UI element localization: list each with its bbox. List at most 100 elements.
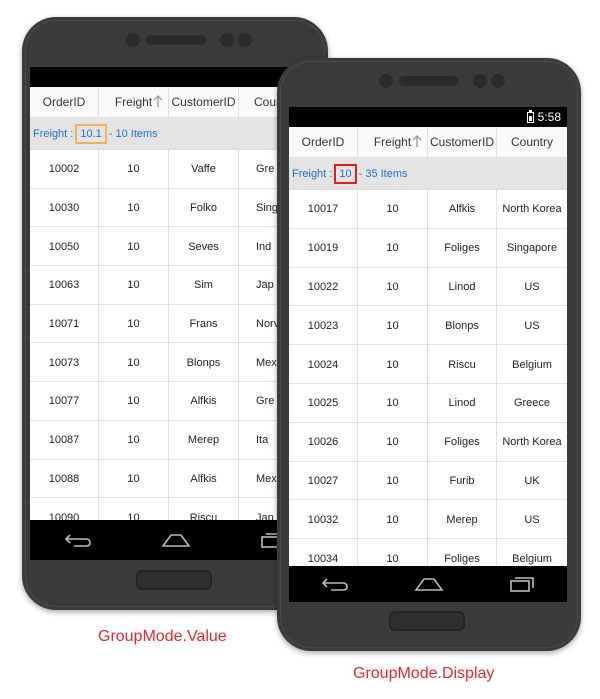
rows-container: 10017 10 Alfkis North Korea 10019 10 Foliges Si… (289, 190, 567, 578)
table-cell: 10 (358, 267, 428, 307)
table-row[interactable]: 10019 10 Foliges Singapore (289, 228, 567, 268)
table-cell: 10 (358, 422, 428, 462)
table-cell: 10077 (30, 382, 99, 421)
back-icon[interactable] (321, 576, 349, 592)
header-freight[interactable]: Freight (99, 87, 169, 117)
table-cell: 10026 (289, 422, 358, 462)
back-icon[interactable] (64, 532, 92, 548)
table-cell: 10088 (30, 459, 99, 499)
front-camera-icon (126, 33, 140, 47)
header-country[interactable]: Country (497, 127, 567, 157)
table-cell: Alfkis (428, 190, 497, 229)
earpiece-speaker (146, 35, 206, 45)
table-row[interactable]: 10024 10 Riscu Belgium (289, 345, 567, 384)
table-cell: 10073 (30, 343, 99, 383)
group-caption-row[interactable]: Freight : 10 - 35 Items (289, 158, 567, 190)
table-cell: Singapore (506, 242, 558, 255)
table-cell: 10019 (289, 228, 358, 268)
table-cell: Alfkis (169, 459, 239, 499)
table-cell: 10027 (289, 461, 358, 501)
header-row: OrderID Freight CustomerID Country (289, 127, 567, 158)
table-cell: Vaffe (169, 150, 239, 189)
home-icon[interactable] (161, 532, 191, 548)
table-cell: Folko (169, 188, 239, 228)
group-key-highlight: 10.1 (75, 123, 107, 144)
home-icon[interactable] (414, 576, 444, 592)
table-cell: Linod (428, 383, 497, 423)
table-cell: 10 (99, 459, 169, 499)
table-cell: Alfkis (169, 382, 239, 421)
table-cell: 10024 (289, 345, 358, 384)
clock: 5:58 (537, 110, 561, 124)
header-orderid[interactable]: OrderID (289, 127, 358, 157)
table-row[interactable]: 10022 10 Linod US (289, 267, 567, 307)
table-cell: North Korea (502, 203, 562, 216)
table-cell: North Korea (502, 436, 562, 449)
front-camera-icon (379, 74, 393, 88)
group-prefix: Freight : (33, 127, 74, 140)
hardware-home-key (389, 611, 465, 631)
table-cell: US (524, 319, 540, 332)
status-bar: 5:58 (289, 107, 567, 127)
table-cell: 10 (99, 266, 169, 305)
battery-icon (526, 109, 534, 123)
sensor-icon (238, 33, 252, 47)
table-cell: 10017 (289, 190, 358, 229)
table-cell: Foliges (428, 228, 497, 268)
table-cell: 10025 (289, 383, 358, 423)
sort-arrow-up-icon (153, 95, 163, 107)
header-orderid[interactable]: OrderID (30, 87, 99, 117)
sensor-icon (473, 74, 487, 88)
table-cell: 10 (358, 383, 428, 423)
table-cell: Riscu (428, 345, 497, 384)
table-row[interactable]: 10017 10 Alfkis North Korea (289, 190, 567, 229)
right-screen: 5:58 OrderID Freight CustomerID Country … (289, 107, 567, 602)
sensor-icon (491, 74, 505, 88)
table-cell: 10 (99, 420, 169, 460)
group-suffix: - 10 Items (108, 127, 158, 140)
table-cell: 10 (99, 150, 169, 189)
table-row[interactable]: 10023 10 Blonps US (289, 306, 567, 346)
table-cell: 10087 (30, 420, 99, 460)
table-cell: 10030 (30, 188, 99, 228)
table-cell: 10 (99, 304, 169, 344)
table-cell: Merep (428, 500, 497, 540)
table-cell: 10 (358, 500, 428, 540)
table-cell: US (524, 280, 540, 293)
right-phone: 5:58 OrderID Freight CustomerID Country … (277, 58, 581, 651)
table-cell: 10032 (289, 500, 358, 540)
recents-icon[interactable] (509, 576, 535, 592)
hardware-home-key (136, 570, 212, 590)
table-cell: Frans (169, 304, 239, 344)
header-customerid[interactable]: CustomerID (428, 127, 497, 157)
table-row[interactable]: 10027 10 Furib UK (289, 461, 567, 501)
table-cell: Seves (169, 227, 239, 267)
table-cell: Merep (169, 420, 239, 460)
table-cell: 10 (358, 345, 428, 384)
table-cell: 10 (99, 343, 169, 383)
table-cell: Belgium (512, 358, 552, 371)
table-cell: US (524, 513, 540, 526)
status-bar (30, 67, 320, 87)
sensor-icon (220, 33, 234, 47)
group-key-highlight: 10 (334, 163, 357, 184)
table-cell: 10 (358, 190, 428, 229)
header-freight[interactable]: Freight (358, 127, 428, 157)
table-cell: Linod (428, 267, 497, 307)
data-grid[interactable]: OrderID Freight CustomerID Country Freig… (289, 127, 567, 578)
table-cell: Foliges (428, 422, 497, 462)
table-cell: 10023 (289, 306, 358, 346)
caption-groupmode-display: GroupMode.Display (353, 665, 495, 682)
table-cell: 10002 (30, 150, 99, 189)
table-cell: 10 (99, 188, 169, 228)
table-cell: Furib (428, 461, 497, 501)
table-cell: 10 (358, 306, 428, 346)
group-suffix: - 35 Items (358, 167, 408, 180)
table-row[interactable]: 10032 10 Merep US (289, 500, 567, 540)
table-cell: Blonps (428, 306, 497, 346)
table-row[interactable]: 10026 10 Foliges North Korea (289, 422, 567, 462)
header-customerid[interactable]: CustomerID (169, 87, 239, 117)
table-cell: Greece (513, 397, 551, 410)
table-cell: 10063 (30, 266, 99, 305)
table-row[interactable]: 10025 10 Linod Greece (289, 383, 567, 423)
